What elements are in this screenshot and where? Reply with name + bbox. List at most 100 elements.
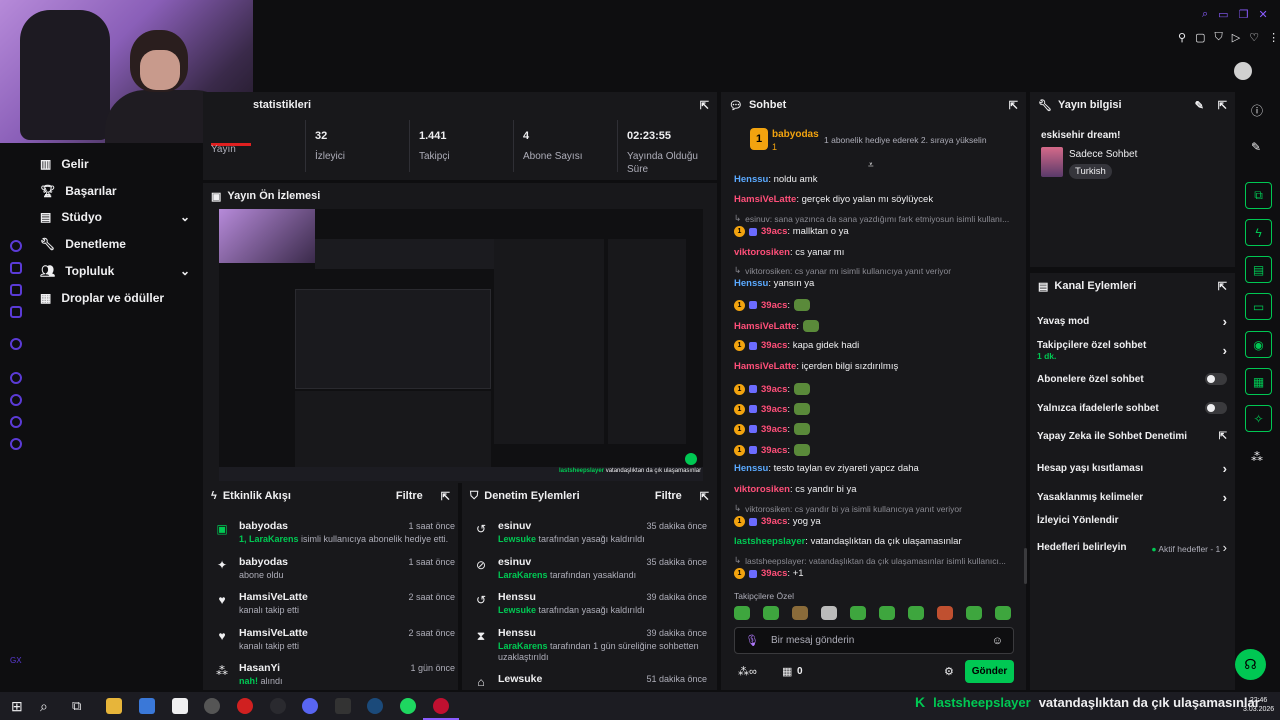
chat-username[interactable]: Henssu	[734, 278, 768, 289]
chat-username[interactable]: 39acs	[761, 384, 787, 395]
sidebar-item-gelir[interactable]: ▥ Gelir	[40, 157, 190, 171]
filter-button[interactable]: Filtre	[396, 490, 423, 502]
restore-icon[interactable]: ❐	[1239, 8, 1249, 21]
chat-username[interactable]: viktorosiken	[734, 484, 790, 495]
folder-icon[interactable]	[106, 698, 122, 714]
chat-username[interactable]: HamsiVeLatte	[734, 194, 796, 205]
emote-icon[interactable]	[792, 606, 808, 620]
search-icon[interactable]: ⌕	[1202, 8, 1208, 21]
print-icon[interactable]: ▦	[1245, 368, 1272, 395]
heart-icon[interactable]: ♡	[1249, 31, 1259, 44]
chat-input[interactable]: 🎙︎ Bir mesaj gönderin ☺	[734, 627, 1014, 654]
emote-icon[interactable]	[763, 606, 779, 620]
opera-gx-icon[interactable]	[433, 698, 449, 714]
sidebar-item-basarilar[interactable]: 🏆︎ Başarılar	[40, 184, 190, 198]
raid-row[interactable]: İzleyici Yönlendir	[1037, 515, 1227, 526]
category-name[interactable]: Sadece Sohbet	[1069, 149, 1137, 160]
bolt-icon[interactable]: ϟ	[1245, 219, 1272, 246]
search-icon[interactable]: ⌕	[40, 698, 48, 715]
chat-username[interactable]: 39acs	[761, 445, 787, 456]
chat-username[interactable]: 39acs	[761, 340, 787, 351]
emote-only-toggle[interactable]	[1205, 402, 1227, 414]
chat-username[interactable]: HamsiVeLatte	[734, 321, 796, 332]
chat-username[interactable]: Henssu	[734, 463, 768, 474]
goals-row[interactable]: Hedefleri belirleyin ● Aktif hedefler - …	[1037, 540, 1227, 555]
emoji-icon[interactable]: ☺	[992, 635, 1003, 647]
sidebar-item-denetleme[interactable]: 🔧︎ Denetleme	[40, 237, 190, 251]
send-button[interactable]: Gönder	[965, 660, 1014, 683]
chat-username[interactable]: 39acs	[761, 404, 787, 415]
banned-words-row[interactable]: Yasaklanmış kelimeler ›	[1037, 490, 1227, 505]
emote-icon[interactable]	[937, 606, 953, 620]
minimize-icon[interactable]: ▭	[1218, 8, 1228, 21]
popout-icon[interactable]: ⇱	[1218, 280, 1227, 293]
close-icon[interactable]: ✕	[1258, 8, 1267, 21]
scrollbar[interactable]	[1024, 548, 1027, 584]
epic-games-icon[interactable]	[335, 698, 351, 714]
play-icon[interactable]: ▷	[1232, 31, 1240, 44]
settings-icon[interactable]: ⚙	[944, 665, 954, 678]
frame-icon[interactable]: ▢	[1195, 31, 1205, 44]
info-icon[interactable]: ⓘ	[1251, 102, 1263, 119]
discord-icon[interactable]	[302, 698, 318, 714]
app-icon[interactable]	[139, 698, 155, 714]
broadcast-icon[interactable]: ◉	[1245, 331, 1272, 358]
sidebar-item-studyo[interactable]: ▤ Stüdyo ⌄	[40, 210, 190, 224]
ai-moderation-row[interactable]: Yapay Zeka ile Sohbet Denetimi ⇱	[1037, 431, 1227, 442]
chat-username[interactable]: 39acs	[761, 300, 787, 311]
account-age-row[interactable]: Hesap yaşı kısıtlaması ›	[1037, 461, 1227, 476]
edit-icon[interactable]: ✎	[1251, 140, 1261, 154]
followers-chat-row[interactable]: Takipçilere özel sohbet 1 dk. ›	[1037, 338, 1227, 362]
chat-username[interactable]: lastsheepslayer	[734, 536, 805, 547]
wrench-icon[interactable]: ✧	[1245, 405, 1272, 432]
popout-icon[interactable]: ⇱	[700, 490, 709, 503]
notepad-icon[interactable]	[172, 698, 188, 714]
shield-icon[interactable]: ⛉	[1214, 31, 1222, 44]
filter-button[interactable]: Filtre	[655, 490, 682, 502]
emote-icon[interactable]	[966, 606, 982, 620]
chat-username[interactable]: 39acs	[761, 568, 787, 579]
clip-icon[interactable]: ⧉	[1245, 182, 1272, 209]
chat-username[interactable]: 39acs	[761, 424, 787, 435]
task-view-icon[interactable]: ⧉	[72, 698, 81, 714]
more-icon[interactable]: ⋮	[1268, 31, 1279, 44]
emote-icon[interactable]	[734, 606, 750, 620]
chat-username[interactable]: 39acs	[761, 226, 787, 237]
mic-icon[interactable]: 🎙︎	[745, 634, 759, 647]
notes-icon[interactable]: ▤	[1245, 256, 1272, 283]
avatar[interactable]	[1234, 62, 1252, 80]
points-icon[interactable]: ⁂∞	[738, 665, 757, 678]
subscribers-chat-toggle[interactable]	[1205, 373, 1227, 385]
chat-username[interactable]: Henssu	[734, 174, 768, 185]
emote-icon[interactable]	[995, 606, 1011, 620]
spotify-icon[interactable]	[400, 698, 416, 714]
emote-icon[interactable]	[850, 606, 866, 620]
emote-icon[interactable]	[879, 606, 895, 620]
chat-username[interactable]: 39acs	[761, 516, 787, 527]
pin-icon[interactable]: ⚲	[1178, 31, 1186, 44]
popout-icon[interactable]: ⇱	[700, 99, 709, 112]
tag-badge[interactable]: Turkish	[1069, 164, 1112, 179]
edit-icon[interactable]: ✎	[1195, 99, 1204, 112]
points-icon[interactable]: ⁂	[1251, 450, 1263, 464]
steam-icon[interactable]	[367, 698, 383, 714]
sidebar-item-droplar[interactable]: ▦ Droplar ve ödüller	[40, 291, 190, 305]
chat-icon[interactable]: ▭	[1245, 293, 1272, 320]
popout-icon[interactable]: ⇱	[1218, 99, 1227, 112]
app-icon[interactable]	[270, 698, 286, 714]
gift-icon[interactable]: ▦	[782, 665, 792, 678]
windows-start-icon[interactable]: ⊞	[11, 698, 23, 715]
popout-icon[interactable]: ⇱	[1009, 99, 1018, 112]
chat-username[interactable]: HamsiVeLatte	[734, 361, 796, 372]
stream-preview-video[interactable]: lastsheepslayer vatandaşlıktan da çık ul…	[219, 209, 703, 481]
unity-icon[interactable]	[204, 698, 220, 714]
collapse-icon[interactable]: ⩡	[868, 160, 874, 171]
chat-username[interactable]: viktorosiken	[734, 247, 790, 258]
support-icon[interactable]: ☊	[1235, 649, 1266, 680]
sidebar-item-topluluk[interactable]: 👥︎ Topluluk ⌄	[40, 264, 190, 278]
slow-mode-row[interactable]: Yavaş mod ›	[1037, 314, 1227, 329]
emote-icon[interactable]	[908, 606, 924, 620]
emote-icon[interactable]	[821, 606, 837, 620]
popout-icon[interactable]: ⇱	[441, 490, 450, 503]
obs-icon[interactable]	[237, 698, 253, 714]
